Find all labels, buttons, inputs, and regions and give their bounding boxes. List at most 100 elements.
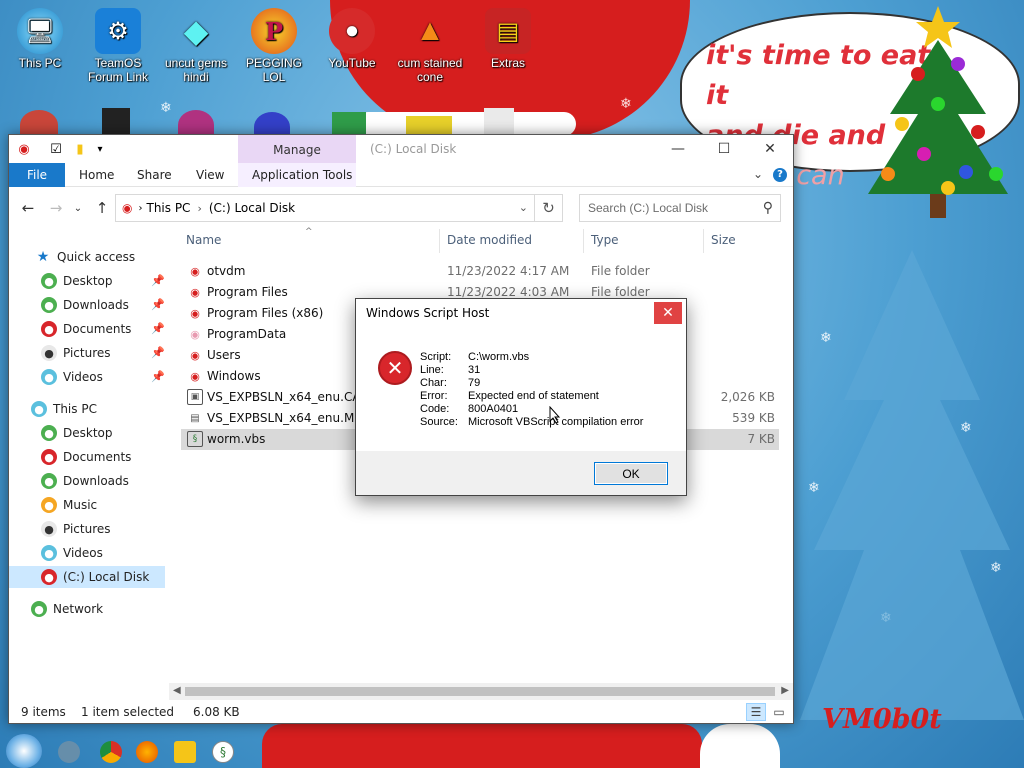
- nav-this-pc[interactable]: ● This PC: [31, 398, 97, 420]
- up-button[interactable]: ↑: [91, 197, 113, 219]
- desktop-icon-uncut-gems[interactable]: ◆ uncut gems hindi: [156, 8, 236, 84]
- desktop-icon-this-pc[interactable]: 🖥 This PC: [0, 8, 80, 70]
- scroll-right-icon[interactable]: ▶: [781, 685, 789, 696]
- properties-icon[interactable]: ☑: [47, 140, 65, 158]
- desktop-icon-extras[interactable]: ▤ Extras: [468, 8, 548, 70]
- error-line-char: Char: 79: [420, 377, 643, 390]
- nav-quick-downloads[interactable]: ● Downloads: [41, 294, 129, 316]
- desktop-icon-youtube[interactable]: ● YouTube: [312, 8, 392, 70]
- chrome-icon[interactable]: [100, 741, 122, 763]
- mouse-cursor-icon: [549, 406, 561, 424]
- column-divider[interactable]: [703, 229, 704, 253]
- breadcrumb-this-pc[interactable]: This PC: [146, 201, 190, 215]
- nav-pc-music[interactable]: ● Music: [41, 494, 97, 516]
- column-header-name[interactable]: Name: [186, 233, 221, 251]
- folder-icon: ◉: [190, 264, 200, 278]
- network-icon: ●: [31, 601, 47, 617]
- nav-pc-pictures[interactable]: ● Pictures: [41, 518, 111, 540]
- dialog-titlebar[interactable]: Windows Script Host ✕: [356, 299, 686, 329]
- scroll-left-icon[interactable]: ◀: [173, 685, 181, 696]
- recent-locations-button[interactable]: ⌄: [67, 197, 89, 219]
- nav-quick-access[interactable]: ★ Quick access: [35, 246, 135, 268]
- videos-icon: ●: [41, 369, 57, 385]
- script-host-error-dialog[interactable]: Windows Script Host ✕ ✕ Script: C:\worm.v…: [355, 298, 687, 496]
- pin-icon[interactable]: 📌: [151, 346, 165, 359]
- nav-quick-desktop[interactable]: ● Desktop: [41, 270, 113, 292]
- table-row[interactable]: ◉ otvdm 11/23/2022 4:17 AM File folder: [181, 261, 779, 282]
- new-folder-icon[interactable]: ▮: [71, 140, 89, 158]
- nav-quick-pictures[interactable]: ● Pictures: [41, 342, 111, 364]
- column-header-type[interactable]: Type: [591, 233, 619, 251]
- nav-quick-documents[interactable]: ● Documents: [41, 318, 131, 340]
- pin-icon[interactable]: 📌: [151, 370, 165, 383]
- column-divider[interactable]: [583, 229, 584, 253]
- file-date: 11/23/2022 4:17 AM: [447, 264, 570, 278]
- close-button[interactable]: ✕: [747, 135, 793, 163]
- maximize-button[interactable]: ☐: [701, 135, 747, 163]
- search-input[interactable]: [580, 195, 750, 221]
- nav-quick-videos[interactable]: ● Videos: [41, 366, 103, 388]
- tab-view[interactable]: View: [186, 163, 234, 187]
- script-host-icon[interactable]: §: [212, 741, 234, 763]
- pin-icon[interactable]: 📌: [151, 322, 165, 335]
- nav-pc-desktop[interactable]: ● Desktop: [41, 422, 113, 444]
- nav-pc-documents[interactable]: ● Documents: [41, 446, 131, 468]
- file-size: 7 KB: [747, 432, 775, 446]
- desktop-icon-pegging[interactable]: P PEGGING LOL: [234, 8, 314, 84]
- address-bar-row: ← → ⌄ ↑ ◉ › This PC › (C:) Local Disk ⌄ …: [9, 192, 793, 224]
- file-explorer-icon[interactable]: [174, 741, 196, 763]
- desktop-icon-teamos[interactable]: ⚙ TeamOS Forum Link: [78, 8, 158, 84]
- forward-button[interactable]: →: [45, 197, 67, 219]
- task-view-icon[interactable]: [58, 741, 80, 763]
- chevron-right-icon[interactable]: ›: [197, 202, 201, 215]
- column-header-size[interactable]: Size: [711, 233, 736, 251]
- search-box[interactable]: ⚲: [579, 194, 781, 222]
- large-icons-view-button[interactable]: ▭: [769, 703, 789, 721]
- tab-share[interactable]: Share: [127, 163, 182, 187]
- chevron-down-icon[interactable]: ▾: [91, 140, 109, 158]
- column-divider[interactable]: [439, 229, 440, 253]
- desktop-icon-cone[interactable]: ▲ cum stained cone: [390, 8, 470, 84]
- chevron-right-icon[interactable]: ›: [138, 203, 142, 214]
- tab-file[interactable]: File: [9, 163, 65, 187]
- explorer-titlebar[interactable]: ◉ ☑ ▮ ▾ Manage (C:) Local Disk — ☐ ✕: [9, 135, 793, 165]
- tab-home[interactable]: Home: [69, 163, 124, 187]
- search-icon[interactable]: ⚲: [763, 200, 773, 216]
- column-header-date[interactable]: Date modified: [447, 233, 532, 251]
- scrollbar-thumb[interactable]: [185, 687, 775, 696]
- pin-icon[interactable]: 📌: [151, 274, 165, 287]
- nav-network[interactable]: ● Network: [31, 598, 103, 620]
- documents-icon: ●: [41, 321, 57, 337]
- chevron-down-icon[interactable]: ⌄: [519, 201, 528, 214]
- tab-application-tools[interactable]: Application Tools: [242, 163, 362, 187]
- ribbon-context-manage[interactable]: Manage: [238, 135, 356, 165]
- dialog-title: Windows Script Host: [366, 306, 490, 320]
- drive-icon: ◉: [18, 141, 30, 157]
- address-input[interactable]: ◉ › This PC › (C:) Local Disk ⌄: [115, 194, 535, 222]
- minimize-button[interactable]: —: [655, 135, 701, 163]
- file-name: Program Files: [207, 285, 288, 299]
- file-type: File folder: [591, 285, 650, 299]
- ok-button[interactable]: OK: [594, 462, 668, 485]
- details-view-button[interactable]: ☰: [746, 703, 766, 721]
- christmas-tree-icon: [868, 6, 1008, 218]
- refresh-button[interactable]: ↻: [535, 194, 563, 222]
- music-icon: ●: [41, 497, 57, 513]
- close-button[interactable]: ✕: [654, 302, 682, 324]
- breadcrumb-local-disk[interactable]: (C:) Local Disk: [209, 201, 295, 215]
- error-value: 79: [468, 377, 481, 389]
- nav-pc-videos[interactable]: ● Videos: [41, 542, 103, 564]
- nav-label: Desktop: [63, 274, 113, 288]
- nav-pc-local-disk[interactable]: ● (C:) Local Disk: [9, 566, 165, 588]
- firefox-icon[interactable]: [136, 741, 158, 763]
- start-button[interactable]: [6, 734, 42, 768]
- back-button[interactable]: ←: [17, 197, 39, 219]
- chevron-down-icon[interactable]: ⌄: [753, 167, 763, 181]
- pin-icon[interactable]: 📌: [151, 298, 165, 311]
- desktop-icon-label: uncut gems hindi: [164, 56, 228, 84]
- horizontal-scrollbar[interactable]: ◀ ▶: [169, 683, 793, 700]
- nav-pc-downloads[interactable]: ● Downloads: [41, 470, 129, 492]
- help-icon[interactable]: ?: [773, 168, 787, 182]
- file-size: 2,026 KB: [720, 390, 775, 404]
- nav-label: Documents: [63, 322, 132, 336]
